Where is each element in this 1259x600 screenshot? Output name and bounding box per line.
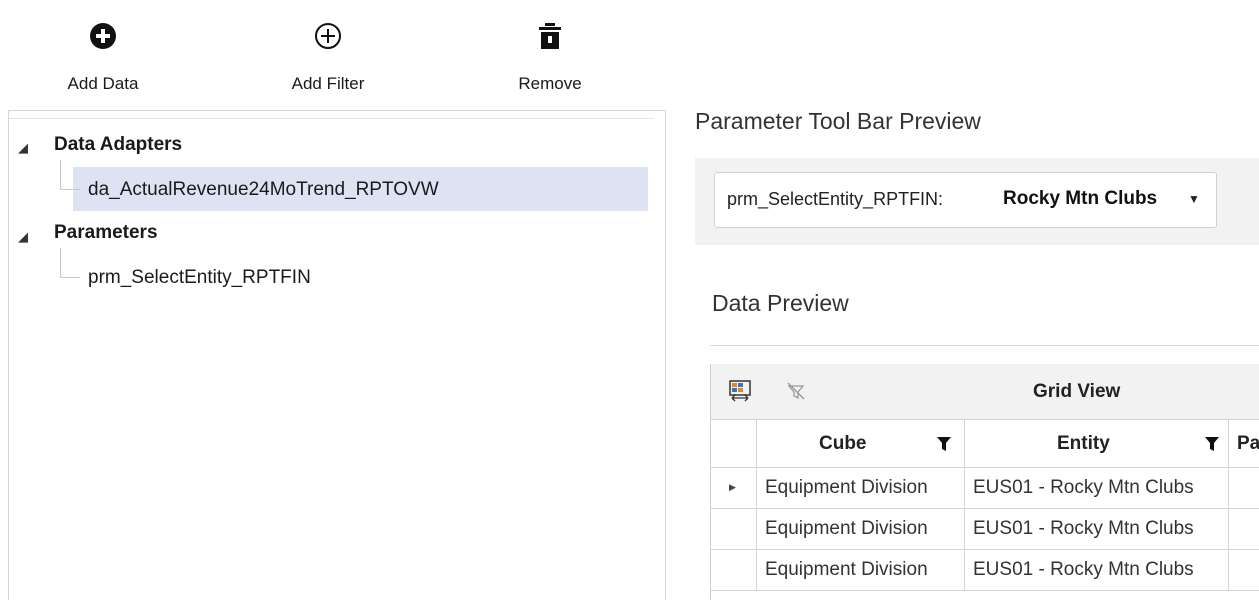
parameter-value: Rocky Mtn Clubs xyxy=(1003,188,1158,209)
filter-icon[interactable] xyxy=(1205,437,1219,451)
remove-button[interactable]: Remove xyxy=(490,18,610,98)
cell-text: Equipment Division xyxy=(765,559,928,580)
add-filter-label: Add Filter xyxy=(291,74,365,93)
clear-filter-icon[interactable] xyxy=(785,380,807,402)
column-header-row: Cube Entity Pa xyxy=(711,420,1259,468)
expand-arrow-icon[interactable]: ◢ xyxy=(18,229,28,245)
divider xyxy=(8,118,654,119)
divider xyxy=(710,345,1259,346)
data-grid: Grid View Cube Entity Pa ▶ Equipment Div… xyxy=(710,364,1259,600)
expand-arrow-icon[interactable]: ◢ xyxy=(18,140,28,156)
grid-layout-icon[interactable] xyxy=(729,380,751,402)
column-header-partial[interactable]: Pa xyxy=(1229,420,1259,467)
chevron-down-icon: ▼ xyxy=(1188,192,1200,206)
tree-group-parameters[interactable]: Parameters xyxy=(54,222,158,244)
toolbar: Add Data Add Filter Remove xyxy=(0,0,680,110)
table-row[interactable]: Equipment Division EUS01 - Rocky Mtn Clu… xyxy=(711,509,1259,550)
cell-entity: EUS01 - Rocky Mtn Clubs xyxy=(965,509,1229,549)
row-indicator: ▶ xyxy=(711,468,757,508)
cell-text: Equipment Division xyxy=(765,477,928,498)
tree-connector xyxy=(60,160,61,190)
cell-entity: EUS01 - Rocky Mtn Clubs xyxy=(965,468,1229,508)
cell-text: EUS01 - Rocky Mtn Clubs xyxy=(973,559,1194,580)
remove-label: Remove xyxy=(518,74,582,93)
cell-entity: EUS01 - Rocky Mtn Clubs xyxy=(965,550,1229,590)
row-indicator-header xyxy=(711,420,757,467)
column-header-cube[interactable]: Cube xyxy=(757,420,965,467)
cell-cube: Equipment Division xyxy=(757,550,965,590)
cell-cube: Equipment Division xyxy=(757,509,965,549)
row-indicator xyxy=(711,550,757,590)
row-indicator xyxy=(711,509,757,549)
cell-text: EUS01 - Rocky Mtn Clubs xyxy=(973,518,1194,539)
plus-circle-outline-icon xyxy=(315,23,341,49)
tree-connector xyxy=(60,189,80,190)
column-header-label: Entity xyxy=(1057,433,1110,454)
cell-text: Equipment Division xyxy=(765,518,928,539)
cell-text: EUS01 - Rocky Mtn Clubs xyxy=(973,477,1194,498)
add-filter-button[interactable]: Add Filter xyxy=(268,18,388,98)
filter-icon[interactable] xyxy=(937,437,951,451)
parameter-name: prm_SelectEntity_RPTFIN: xyxy=(727,189,944,209)
grid-header: Grid View xyxy=(711,364,1259,420)
add-data-label: Add Data xyxy=(67,74,139,93)
tree-item-parameter[interactable]: prm_SelectEntity_RPTFIN xyxy=(88,267,311,289)
plus-circle-filled-icon xyxy=(90,23,116,49)
parameter-toolbar-title: Parameter Tool Bar Preview xyxy=(695,108,981,134)
data-preview-title: Data Preview xyxy=(712,290,849,316)
add-data-button[interactable]: Add Data xyxy=(43,18,163,98)
parameter-dropdown[interactable]: prm_SelectEntity_RPTFIN: Rocky Mtn Clubs… xyxy=(714,172,1217,228)
trash-icon xyxy=(539,23,561,49)
column-header-entity[interactable]: Entity xyxy=(965,420,1229,467)
grid-title: Grid View xyxy=(1033,381,1121,402)
table-row[interactable]: ▶ Equipment Division EUS01 - Rocky Mtn C… xyxy=(711,468,1259,509)
table-row[interactable]: Equipment Division EUS01 - Rocky Mtn Clu… xyxy=(711,550,1259,591)
tree-group-data-adapters[interactable]: Data Adapters xyxy=(54,134,182,156)
tree-item-data-adapter[interactable]: da_ActualRevenue24MoTrend_RPTOVW xyxy=(88,179,439,201)
column-header-label: Cube xyxy=(819,433,867,454)
tree-connector xyxy=(60,277,80,278)
column-header-label: Pa xyxy=(1237,433,1259,454)
caret-right-icon: ▶ xyxy=(729,482,736,492)
cell-cube: Equipment Division xyxy=(757,468,965,508)
tree-connector xyxy=(60,248,61,278)
